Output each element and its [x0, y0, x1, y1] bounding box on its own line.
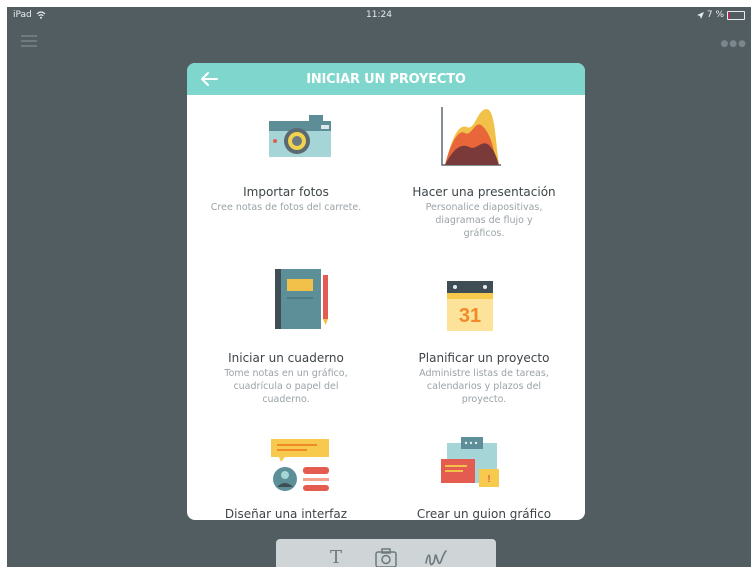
camera-icon [375, 548, 397, 567]
camera-icon [269, 115, 331, 157]
storyboard-icon: ! [441, 437, 499, 487]
option-title: Iniciar un cuaderno [228, 351, 344, 365]
start-project-dialog: INICIAR UN PROYECTO Importar fotos Cree … [187, 63, 585, 520]
option-title: Diseñar una interfaz [224, 507, 348, 520]
status-right: 7 % [696, 10, 745, 20]
text-tool-button[interactable]: T [324, 547, 348, 567]
status-time: 11:24 [366, 10, 392, 20]
option-title: Planificar un proyecto [418, 351, 550, 365]
option-title: Hacer una presentación [412, 185, 556, 199]
menu-button[interactable] [21, 35, 37, 47]
draw-icon [425, 550, 447, 566]
battery-icon [727, 10, 745, 20]
option-description: Cree notas de fotos del carrete. [210, 202, 362, 213]
text-icon: T [329, 547, 342, 567]
notebook-icon [275, 269, 328, 329]
app-screen: iPad 11:24 7 % ●●● INICIAR UN PROYECTO I… [7, 7, 751, 567]
battery-percent: 7 % [706, 10, 724, 20]
calendar-day: 31 [459, 305, 481, 327]
option-create-storyboard[interactable]: ! Crear un guion gráfico [385, 419, 583, 520]
location-arrow-icon [696, 11, 704, 19]
option-description: Tome notas en un gráfico, cuadrícula o p… [224, 368, 348, 405]
calendar-icon: 31 [447, 281, 493, 331]
menu-line [21, 40, 37, 42]
draw-tool-button[interactable] [424, 547, 448, 567]
bottom-toolbar: T [276, 539, 496, 567]
option-description: Administre listas de tareas, calendarios… [419, 368, 549, 405]
camera-tool-button[interactable] [374, 547, 398, 567]
interface-icon [271, 439, 329, 491]
option-plan-project[interactable]: 31 Planificar un proyecto Administre lis… [385, 261, 583, 405]
svg-text:!: ! [487, 474, 490, 485]
option-start-notebook[interactable]: Iniciar un cuaderno Tome notas en un grá… [187, 261, 385, 405]
menu-line [21, 35, 37, 37]
dialog-title: INICIAR UN PROYECTO [306, 72, 466, 87]
status-bar: iPad 11:24 7 % [7, 7, 751, 23]
option-title: Crear un guion gráfico [416, 507, 552, 520]
option-make-presentation[interactable]: Hacer una presentación Personalice diapo… [385, 95, 583, 245]
more-options-button[interactable]: ●●● [720, 39, 747, 49]
option-design-interface[interactable]: Diseñar una interfaz [187, 419, 385, 520]
chart-icon [441, 107, 501, 166]
dialog-header: INICIAR UN PROYECTO [187, 63, 585, 95]
option-description: Personalice diapositivas, diagramas de f… [425, 202, 543, 239]
option-import-photos[interactable]: Importar fotos Cree notas de fotos del c… [187, 95, 385, 245]
menu-line [21, 45, 37, 47]
option-title: Importar fotos [243, 185, 329, 199]
